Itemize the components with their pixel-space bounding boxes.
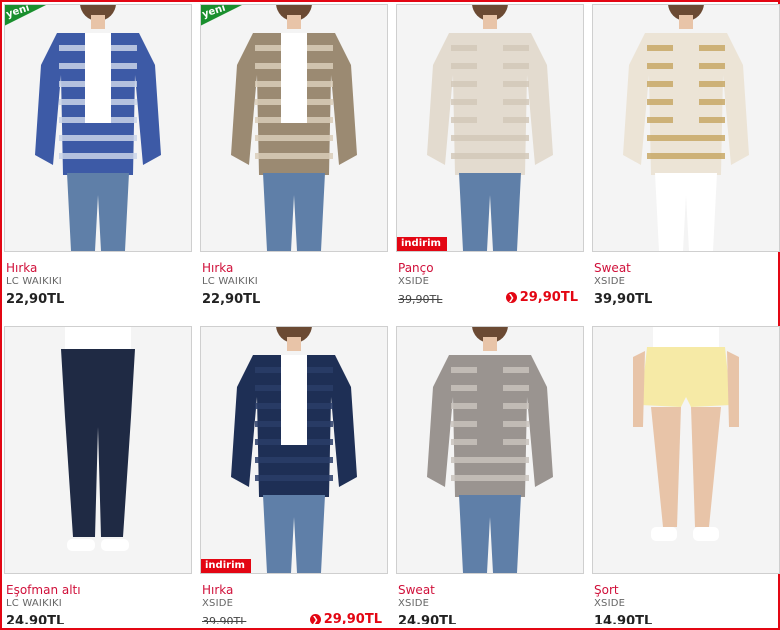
product-card[interactable]: yeni Hırka LC WAIKIKI 22,90TL — [200, 4, 388, 310]
product-brand: XSIDE — [202, 598, 234, 609]
product-name-link[interactable]: Hırka — [202, 583, 388, 597]
product-card[interactable]: Eşofman altı LC WAIKIKI 24,90TL — [4, 314, 192, 624]
product-photo[interactable] — [4, 326, 192, 574]
product-name-link[interactable]: Şort — [594, 583, 780, 597]
model-figure-illustration — [593, 5, 779, 251]
product-name-link[interactable]: Hırka — [202, 261, 388, 275]
product-card[interactable]: Şort XSIDE 14,90TL — [592, 314, 780, 624]
product-photo[interactable] — [592, 4, 780, 252]
product-brand: LC WAIKIKI — [6, 598, 62, 609]
old-price: 39,90TL — [202, 615, 247, 624]
model-figure-illustration — [5, 5, 191, 251]
product-name-link[interactable]: Panço — [398, 261, 584, 275]
product-photo[interactable]: yeni — [200, 4, 388, 252]
product-price: 22,90TL — [6, 292, 65, 307]
product-brand: XSIDE — [398, 276, 430, 287]
product-card[interactable]: Sweat XSIDE 24,90TL — [396, 314, 584, 624]
product-price: 39,90TL — [594, 292, 653, 307]
model-figure-illustration — [397, 5, 583, 251]
product-photo[interactable] — [592, 326, 780, 574]
product-price: 24,90TL — [6, 614, 65, 624]
product-photo[interactable] — [396, 326, 584, 574]
new-badge: yeni — [201, 5, 244, 26]
product-photo[interactable]: indirim — [396, 4, 584, 252]
product-name-link[interactable]: Sweat — [594, 261, 780, 275]
chevron-right-icon: ❯ — [309, 614, 321, 624]
product-price: 24,90TL — [398, 614, 457, 624]
model-figure-illustration — [201, 5, 387, 251]
product-card[interactable]: indirim Hırka XSIDE 39,90TL ❯ 29,90TL — [200, 314, 388, 624]
old-price: 39,90TL — [398, 293, 443, 306]
sale-badge: indirim — [397, 237, 447, 251]
model-figure-illustration — [201, 327, 387, 573]
product-photo[interactable]: yeni — [4, 4, 192, 252]
product-brand: LC WAIKIKI — [6, 276, 62, 287]
product-brand: XSIDE — [398, 598, 430, 609]
product-listing-frame: yeni Hırka LC WAIKIKI 22,90TL yeni Hırka… — [0, 0, 780, 630]
chevron-right-icon: ❯ — [505, 292, 517, 303]
product-grid: yeni Hırka LC WAIKIKI 22,90TL yeni Hırka… — [4, 4, 780, 626]
sale-badge: indirim — [201, 559, 251, 573]
product-brand: XSIDE — [594, 276, 626, 287]
product-brand: LC WAIKIKI — [202, 276, 258, 287]
product-card[interactable]: Sweat XSIDE 39,90TL — [592, 4, 780, 310]
model-figure-illustration — [5, 327, 191, 573]
new-badge: yeni — [5, 5, 48, 26]
model-figure-illustration — [593, 327, 779, 573]
product-card[interactable]: yeni Hırka LC WAIKIKI 22,90TL — [4, 4, 192, 310]
product-name-link[interactable]: Hırka — [6, 261, 192, 275]
product-name-link[interactable]: Eşofman altı — [6, 583, 192, 597]
product-photo[interactable]: indirim — [200, 326, 388, 574]
product-card[interactable]: indirim Panço XSIDE 39,90TL ❯ 29,90TL — [396, 4, 584, 310]
product-name-link[interactable]: Sweat — [398, 583, 584, 597]
discount-price: ❯ 29,90TL — [309, 611, 382, 624]
product-price: 22,90TL — [202, 292, 261, 307]
product-price: 14,90TL — [594, 614, 653, 624]
product-brand: XSIDE — [594, 598, 626, 609]
discount-price: ❯ 29,90TL — [505, 289, 578, 306]
model-figure-illustration — [397, 327, 583, 573]
